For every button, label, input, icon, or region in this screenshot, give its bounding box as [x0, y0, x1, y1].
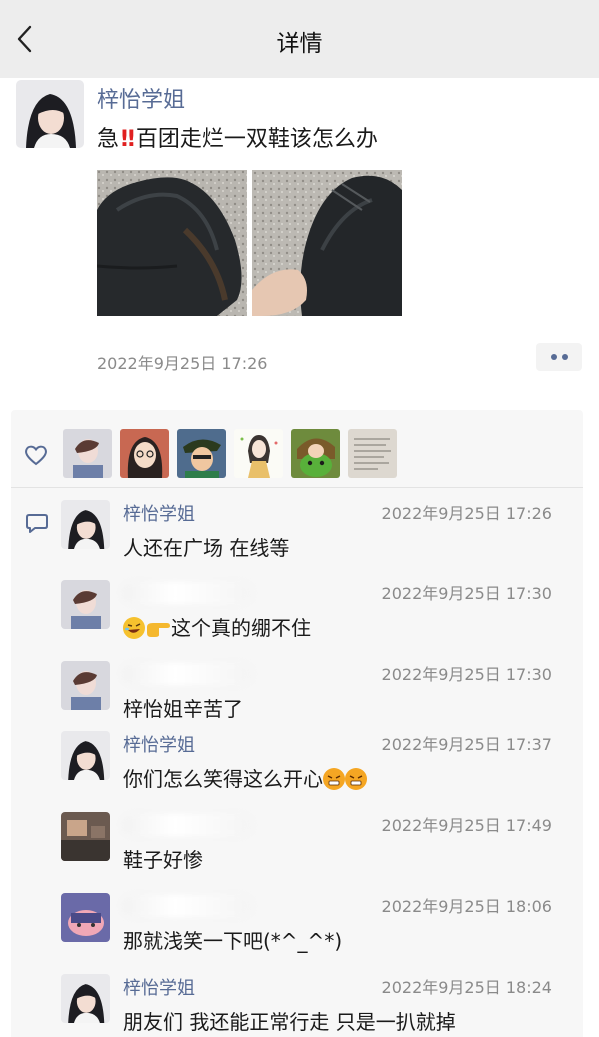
comment-timestamp: 2022年9月25日 18:24 — [381, 978, 552, 997]
comment-text-row: 这个真的绷不住 — [123, 612, 311, 641]
blurred-author-name — [122, 814, 252, 836]
comment-text: 这个真的绷不住 — [171, 616, 311, 640]
rofl-emoji-icon — [123, 617, 145, 639]
dot-icon — [561, 354, 568, 360]
comment-icon — [26, 514, 48, 533]
pointing-hand-icon — [145, 617, 171, 639]
like-avatar-5[interactable] — [291, 429, 340, 478]
comment-author-name[interactable]: 梓怡学姐 — [123, 731, 195, 757]
post-text-body: 百团走烂一双鞋该怎么办 — [135, 127, 378, 152]
grimace-emoji-icon — [345, 768, 367, 790]
comment-timestamp: 2022年9月25日 17:30 — [381, 584, 552, 603]
post-text: 急‼ 百团走烂一双鞋该怎么办 — [97, 121, 378, 153]
like-avatar-3[interactable] — [177, 429, 226, 478]
like-avatar-1[interactable] — [63, 429, 112, 478]
post-author-avatar[interactable] — [16, 80, 84, 148]
post-photo-1[interactable] — [97, 170, 247, 316]
comment-text-row: 你们怎么笑得这么开心 — [123, 763, 367, 792]
blurred-author-name — [122, 582, 252, 604]
comment-avatar[interactable] — [61, 812, 110, 861]
comment-avatar[interactable] — [61, 731, 110, 780]
comment-text: 梓怡姐辛苦了 — [123, 697, 243, 721]
post-photo-2[interactable] — [252, 170, 402, 316]
comment-text: 人还在广场 在线等 — [123, 536, 290, 560]
blurred-author-name — [122, 895, 252, 917]
more-actions-button[interactable] — [536, 343, 582, 371]
comment-avatar[interactable] — [61, 974, 110, 1023]
comment-avatar[interactable] — [61, 893, 110, 942]
comment-text: 鞋子好惨 — [123, 848, 203, 872]
grimace-emoji-icon — [323, 768, 345, 790]
comment-timestamp: 2022年9月25日 17:37 — [381, 735, 552, 754]
comment-timestamp: 2022年9月25日 17:49 — [381, 816, 552, 835]
post-author-name[interactable]: 梓怡学姐 — [97, 82, 185, 114]
divider — [11, 487, 583, 488]
nav-bar: 详情 — [0, 0, 599, 78]
comment-author-name[interactable]: 梓怡学姐 — [123, 500, 195, 526]
like-avatar-2[interactable] — [120, 429, 169, 478]
comment-text: 朋友们 我还能正常行走 只是一扒就掉 — [123, 1010, 456, 1034]
heart-icon — [25, 445, 47, 466]
comment-text: 那就浅笑一下吧(*^_^*) — [123, 929, 343, 953]
post-text-prefix: 急 — [97, 127, 120, 152]
comment-timestamp: 2022年9月25日 17:30 — [381, 665, 552, 684]
like-avatar-4[interactable] — [234, 429, 283, 478]
comment-avatar[interactable] — [61, 500, 110, 549]
comment-text: 你们怎么笑得这么开心 — [123, 767, 323, 791]
like-avatar-6[interactable] — [348, 429, 397, 478]
comment-timestamp: 2022年9月25日 17:26 — [381, 504, 552, 523]
blurred-author-name — [122, 663, 252, 685]
double-exclamation-emoji: ‼ — [121, 127, 135, 152]
likes-avatar-list — [63, 429, 397, 478]
dot-icon — [550, 354, 557, 360]
page-title: 详情 — [276, 31, 323, 57]
comment-avatar[interactable] — [61, 580, 110, 629]
comment-avatar[interactable] — [61, 661, 110, 710]
post-timestamp: 2022年9月25日 17:26 — [97, 354, 268, 373]
comment-timestamp: 2022年9月25日 18:06 — [381, 897, 552, 916]
comment-author-name[interactable]: 梓怡学姐 — [123, 974, 195, 1000]
